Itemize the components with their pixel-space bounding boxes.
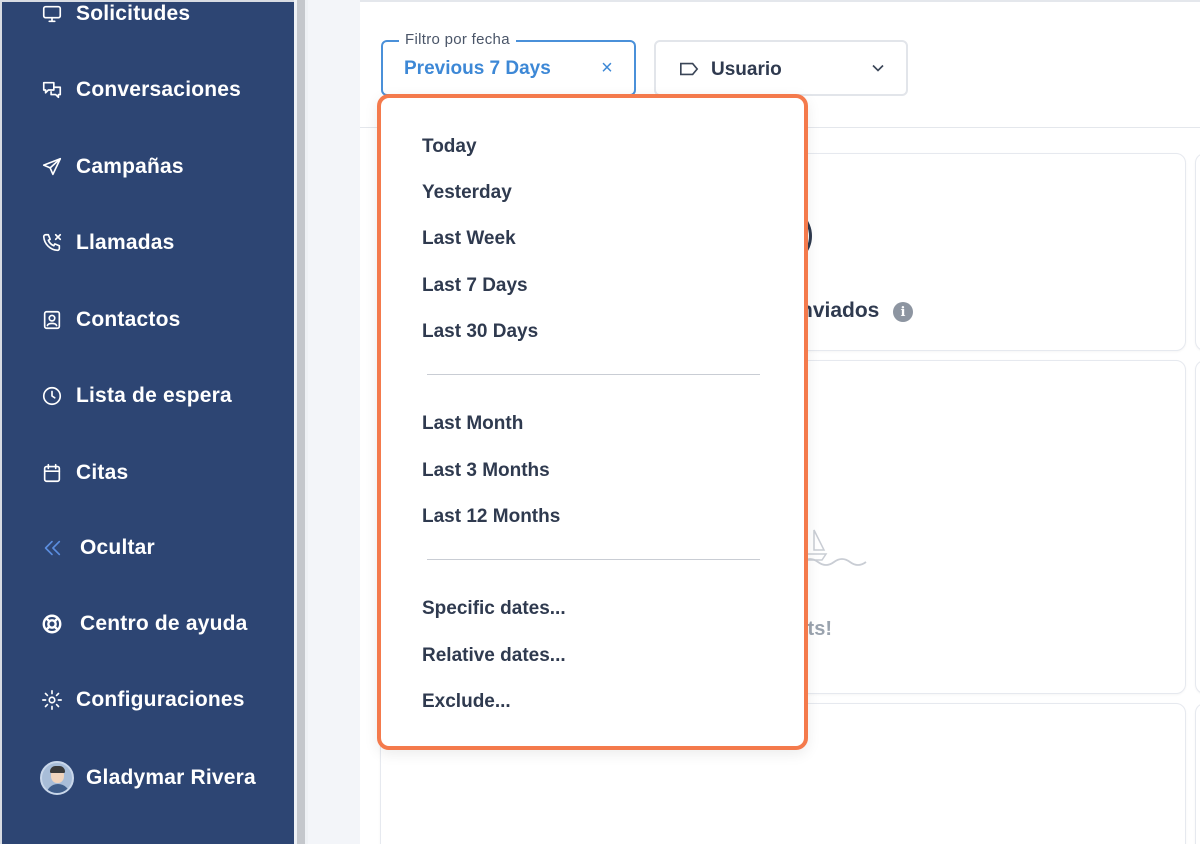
calendar-icon [40,461,64,485]
clear-icon[interactable]: × [597,56,617,80]
date-filter-value: Previous 7 Days [404,58,551,79]
option-last-week[interactable]: Last Week [422,226,516,252]
empty-boat-icon [801,529,867,566]
date-range-dropdown: Today Yesterday Last Week Last 7 Days La… [377,94,808,750]
sidebar-item-label: Campañas [76,155,184,178]
contact-card-icon [40,308,64,332]
clock-icon [40,384,64,408]
option-last-month[interactable]: Last Month [422,411,523,437]
sidebar-item-label: Conversaciones [76,78,242,101]
sidebar: Solicitudes Conversaciones Campañas Llam… [0,0,294,844]
user-name: Gladymar Rivera [86,766,256,789]
sidebar-item-label: Ocultar [80,536,155,559]
option-last-3-months[interactable]: Last 3 Months [422,458,550,484]
chevron-down-icon [868,58,888,83]
phone-missed-icon [40,231,64,255]
sidebar-item-label: Centro de ayuda [80,612,248,635]
sidebar-item-campanas[interactable]: Campañas [40,152,184,182]
avatar [40,761,74,795]
gear-icon [40,688,64,712]
tag-icon [678,59,700,84]
sidebar-scrollbar[interactable] [294,0,308,844]
option-last-12-months[interactable]: Last 12 Months [422,504,560,530]
sidebar-item-label: Solicitudes [76,2,191,25]
option-relative-dates[interactable]: Relative dates... [422,643,566,669]
paper-plane-icon [40,155,64,179]
sidebar-item-label: Citas [76,461,129,484]
dropdown-separator [427,559,760,560]
sidebar-user-profile[interactable]: Gladymar Rivera [40,760,256,796]
user-filter-select[interactable]: Usuario [654,40,908,96]
option-specific-dates[interactable]: Specific dates... [422,596,566,622]
chat-bubbles-icon [40,78,64,102]
info-icon[interactable]: i [893,302,913,322]
user-filter-label: Usuario [711,59,782,80]
monitor-icon [40,2,64,26]
sidebar-item-label: Contactos [76,308,181,331]
sidebar-collapse-button[interactable]: Ocultar [40,533,155,563]
side-card-2 [1195,360,1200,694]
sidebar-item-conversaciones[interactable]: Conversaciones [40,75,241,105]
sent-metric-label: nviados [800,299,880,322]
option-today[interactable]: Today [422,134,477,160]
double-chevron-left-icon [40,536,64,560]
option-last-30-days[interactable]: Last 30 Days [422,319,538,345]
option-yesterday[interactable]: Yesterday [422,180,512,206]
date-filter-field[interactable]: Filtro por fecha Previous 7 Days × [381,31,636,96]
date-filter-legend: Filtro por fecha [399,31,516,48]
sidebar-item-centro-de-ayuda[interactable]: Centro de ayuda [40,609,248,639]
side-card-3 [1195,703,1200,844]
sidebar-item-label: Lista de espera [76,384,232,407]
sidebar-item-label: Configuraciones [76,688,245,711]
lifebuoy-icon [40,612,64,636]
sidebar-item-contactos[interactable]: Contactos [40,305,180,335]
dropdown-separator [427,374,760,375]
sidebar-item-solicitudes[interactable]: Solicitudes [40,0,190,29]
sidebar-item-configuraciones[interactable]: Configuraciones [40,685,245,715]
option-exclude[interactable]: Exclude... [422,689,511,715]
side-card [1195,153,1200,351]
sidebar-item-label: Llamadas [76,231,175,254]
sidebar-item-citas[interactable]: Citas [40,458,128,488]
sidebar-item-llamadas[interactable]: Llamadas [40,228,174,258]
option-last-7-days[interactable]: Last 7 Days [422,273,528,299]
sidebar-item-lista-de-espera[interactable]: Lista de espera [40,381,232,411]
